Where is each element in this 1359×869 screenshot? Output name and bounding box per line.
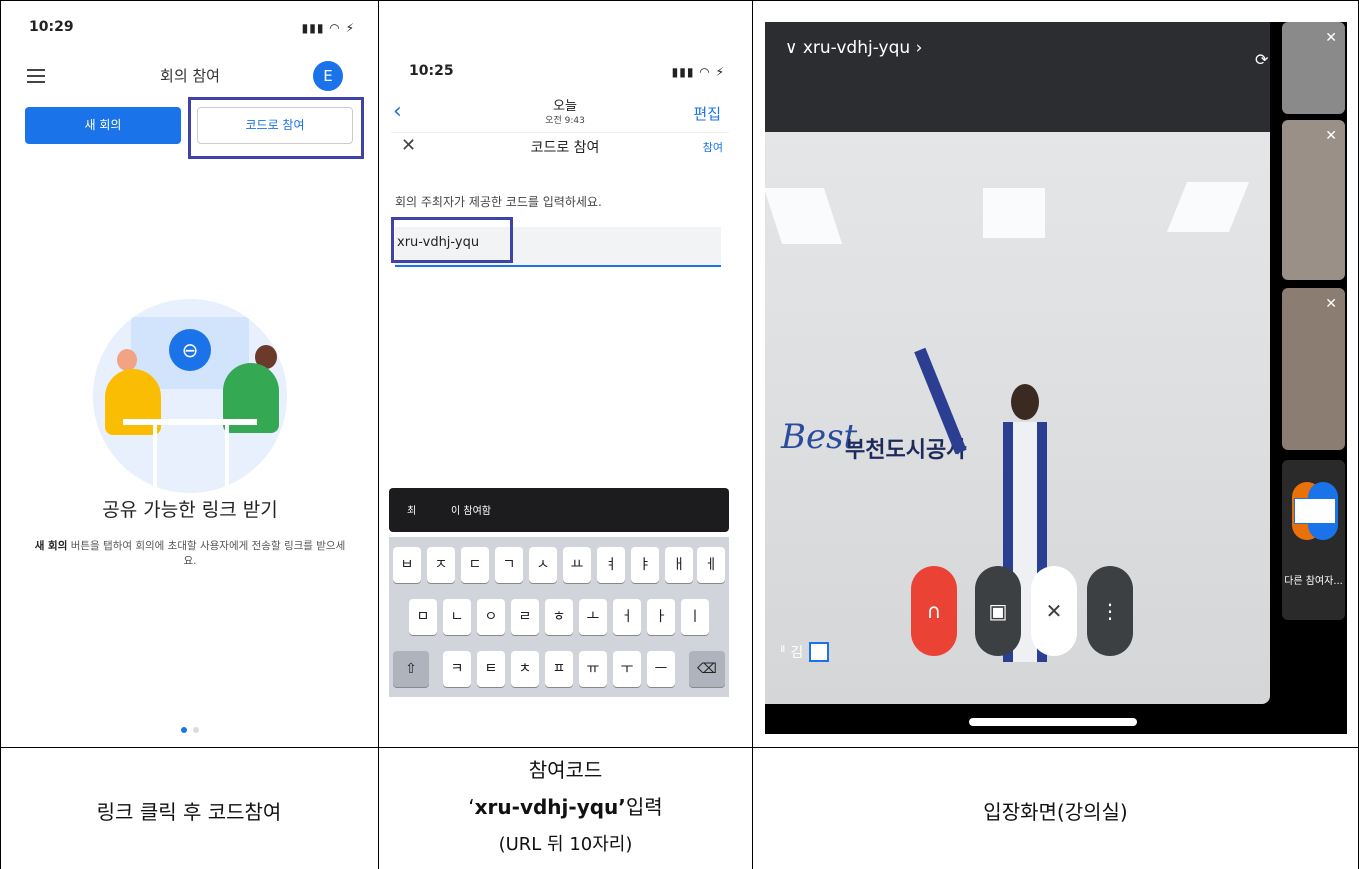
keyboard-suggestion-bar: 최 이 참여함 — [389, 488, 729, 532]
caption-col2-line1: 참여코드 — [528, 758, 603, 782]
account-avatar[interactable]: E — [313, 61, 343, 91]
edit-link[interactable]: 편집 — [693, 103, 721, 124]
suggestion-2[interactable]: 이 참여함 — [451, 502, 491, 517]
suggestion-1[interactable]: 최 — [407, 502, 416, 517]
camera-toggle-button[interactable]: ▣ — [975, 566, 1021, 656]
delete-key[interactable]: ⌫ — [689, 651, 725, 687]
participant-tile-3[interactable]: ✕ — [1282, 288, 1345, 450]
table-border-left — [0, 0, 1, 869]
key[interactable]: ㅔ — [697, 547, 725, 583]
korean-keyboard: ㅂ ㅈ ㄷ ㄱ ㅅ ㅛ ㅕ ㅑ ㅐ ㅔ ㅁ ㄴ ㅇ ㄹ ㅎ ㅗ ㅓ ㅏ ㅣ ⇧ … — [389, 537, 729, 697]
status-icons: ▮▮▮ ◠ ⚡ — [301, 21, 355, 35]
mic-off-icon: ✕ — [1325, 30, 1337, 46]
page-indicator — [7, 727, 373, 733]
participant-tile-2[interactable]: ✕ — [1282, 120, 1345, 280]
status-time: 10:29 — [29, 19, 74, 35]
end-call-button[interactable]: ∩ — [911, 566, 957, 656]
table-row-divider — [0, 747, 1359, 748]
status-time: 10:25 — [409, 63, 454, 79]
active-speaker-label: ᅵᅵ 김 — [773, 645, 804, 661]
status-icons: ▮▮▮ ◠ ⚡ — [671, 65, 725, 79]
join-with-code-screen: 10:25 ▮▮▮ ◠ ⚡ ‹ 오늘 오전 9:43 편집 ✕ 코드로 참여 참… — [381, 5, 749, 743]
key[interactable]: ㅜ — [613, 651, 641, 687]
key[interactable]: ㅠ — [579, 651, 607, 687]
desc-text: 버튼을 탭하여 회의에 초대할 사용자에게 전송할 링크를 받으세요. — [67, 540, 346, 567]
key[interactable]: ㄹ — [511, 599, 539, 635]
mic-toggle-button[interactable]: ✕ — [1031, 566, 1077, 656]
key[interactable]: ㅓ — [613, 599, 641, 635]
key[interactable]: ㅑ — [631, 547, 659, 583]
key[interactable]: ㅗ — [579, 599, 607, 635]
share-link-description: 새 회의 버튼을 탭하여 회의에 초대할 사용자에게 전송할 링크를 받으세요. — [31, 539, 349, 569]
table-divider-1 — [378, 0, 379, 869]
meeting-room-screen: Best 부천도시공사 ∨ xru-vdhj-yqu › ⟳ ✕ ✕ ✕ 다른 … — [765, 22, 1347, 734]
table-divider-2 — [752, 0, 753, 869]
desc-bold: 새 회의 — [34, 540, 68, 552]
join-button[interactable]: 참여 — [703, 139, 723, 155]
participant-tile-1[interactable]: ✕ — [1282, 22, 1345, 114]
home-indicator — [969, 718, 1137, 726]
speaker-name-box — [809, 642, 829, 662]
key[interactable]: ㅈ — [427, 547, 455, 583]
key[interactable]: ㅊ — [511, 651, 539, 687]
key[interactable]: ㅕ — [597, 547, 625, 583]
key[interactable]: ㅏ — [647, 599, 675, 635]
new-meeting-button[interactable]: 새 회의 — [25, 107, 181, 144]
key[interactable]: ㅂ — [393, 547, 421, 583]
key[interactable]: ㅁ — [409, 599, 437, 635]
shift-key[interactable]: ⇧ — [393, 651, 429, 687]
page-dot-active — [181, 727, 187, 733]
key[interactable]: ㅡ — [647, 651, 675, 687]
meeting-code-header[interactable]: ∨ xru-vdhj-yqu › — [785, 38, 922, 58]
participants-avatar-icon — [1292, 482, 1338, 540]
key[interactable]: ㅐ — [665, 547, 693, 583]
key[interactable]: ㅌ — [477, 651, 505, 687]
key[interactable]: ㄴ — [443, 599, 471, 635]
key[interactable]: ㅣ — [681, 599, 709, 635]
mic-off-icon: ✕ — [1325, 296, 1337, 312]
caption-col3: 입장화면(강의실) — [983, 800, 1128, 824]
key[interactable]: ㄱ — [495, 547, 523, 583]
code-instruction: 회의 주최자가 제공한 코드를 입력하세요. — [395, 195, 602, 209]
caption-col2: 참여코드 ‘xru-vdhj-yqu’입력 (URL 뒤 10자리) — [379, 752, 752, 863]
other-participants-label: 다른 참여자... — [1284, 576, 1343, 587]
mic-off-icon: ✕ — [1325, 128, 1337, 144]
meet-home-screen: 10:29 ▮▮▮ ◠ ⚡ 회의 참여 E 새 회의 코드로 참여 ⊖ 공유 가… — [7, 5, 373, 743]
page-dot — [193, 727, 199, 733]
code-input-highlight — [391, 217, 513, 263]
key[interactable]: ㅅ — [529, 547, 557, 583]
link-icon: ⊖ — [169, 329, 211, 371]
share-link-illustration: ⊖ — [93, 299, 287, 493]
rotate-camera-icon[interactable]: ⟳ — [1255, 50, 1268, 69]
key[interactable]: ㅋ — [443, 651, 471, 687]
caption-col2-line3: (URL 뒤 10자리) — [498, 834, 633, 855]
key[interactable]: ㅍ — [545, 651, 573, 687]
share-link-heading: 공유 가능한 링크 받기 — [102, 499, 278, 521]
caption-col2-line2: ‘xru-vdhj-yqu’입력 — [379, 789, 752, 826]
other-participants-tile[interactable]: 다른 참여자... — [1282, 460, 1345, 620]
caption-input: 입력 — [625, 795, 663, 819]
key[interactable]: ㅇ — [477, 599, 505, 635]
table-border-top — [0, 0, 1359, 1]
key[interactable]: ㄷ — [461, 547, 489, 583]
sheet-title: 코드로 참여 — [530, 140, 600, 156]
caption-code: xru-vdhj-yqu’ — [474, 795, 626, 819]
more-options-button[interactable]: ⋮ — [1087, 566, 1133, 656]
key[interactable]: ㅎ — [545, 599, 573, 635]
key[interactable]: ㅛ — [563, 547, 591, 583]
caption-col1: 링크 클릭 후 코드참여 — [96, 800, 282, 824]
join-button-highlight — [188, 97, 364, 159]
